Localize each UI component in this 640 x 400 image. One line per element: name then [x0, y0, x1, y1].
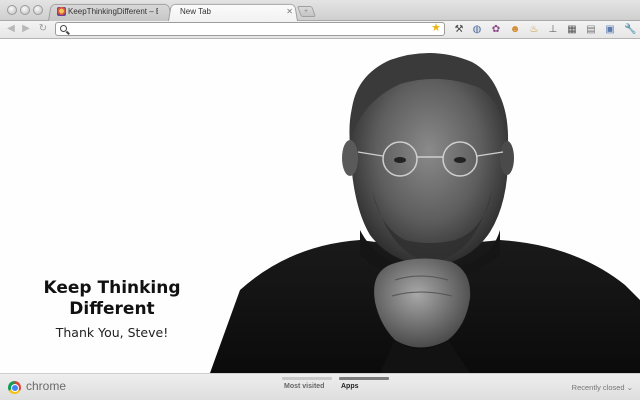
headline: Keep Thinking Different	[26, 278, 198, 320]
globe-icon[interactable]: ◍	[471, 24, 483, 36]
tagline: Keep Thinking Different Thank You, Steve…	[26, 278, 198, 340]
recently-closed-menu[interactable]: Recently closed ⌄	[572, 383, 633, 392]
chevron-down-icon: ⌄	[626, 383, 633, 392]
emoji-icon[interactable]: ☻	[509, 24, 521, 36]
new-tab-button[interactable]: +	[296, 6, 317, 17]
puzzle-icon[interactable]: ✿	[490, 24, 502, 36]
tab-title: KeepThinkingDifferent – Ed	[68, 7, 158, 16]
tab-keep-thinking-different[interactable]: KeepThinkingDifferent – Ed	[48, 3, 172, 21]
section-indicator	[339, 377, 389, 380]
forward-arrow-icon[interactable]: ▶	[20, 23, 32, 35]
tab-favicon-icon	[57, 7, 66, 16]
chrome-logo-icon	[8, 381, 21, 394]
section-indicator	[282, 377, 332, 380]
scale-icon[interactable]: ⊥	[547, 24, 559, 36]
zoom-window-button[interactable]	[33, 5, 43, 15]
tab-strip: KeepThinkingDifferent – Ed New Tab ✕ +	[0, 0, 640, 21]
card-icon[interactable]: ▤	[585, 24, 597, 36]
grid-icon[interactable]: ▦	[566, 24, 578, 36]
toolbar: ◀ ▶ ↻ ★ ⚒ ◍ ✿ ☻ ♨ ⊥ ▦ ▤ ▣ 🔧	[0, 21, 640, 39]
mug-icon[interactable]: ♨	[528, 24, 540, 36]
settings-wrench-icon[interactable]: 🔧	[624, 24, 636, 36]
subline: Thank You, Steve!	[55, 325, 169, 340]
omnibox[interactable]: ★	[55, 22, 445, 36]
search-icon	[60, 25, 67, 32]
browser-window: KeepThinkingDifferent – Ed New Tab ✕ + ◀…	[0, 0, 640, 400]
new-tab-footer: chrome Most visited Apps Recently closed…	[0, 373, 640, 400]
window-icon[interactable]: ▣	[604, 24, 616, 36]
section-label: Apps	[341, 383, 359, 390]
headline-line: Keep Thinking	[43, 278, 181, 298]
reload-icon[interactable]: ↻	[37, 23, 49, 35]
headline-line: Different	[69, 299, 155, 319]
tab-new-tab[interactable]: New Tab ✕	[168, 3, 298, 21]
chrome-wordmark: chrome	[26, 379, 67, 393]
close-tab-icon[interactable]: ✕	[286, 3, 293, 20]
wrench-tool-icon[interactable]: ⚒	[453, 24, 465, 36]
tab-title: New Tab	[180, 7, 211, 16]
minimize-window-button[interactable]	[20, 5, 30, 15]
recently-closed-label: Recently closed	[571, 383, 625, 392]
close-window-button[interactable]	[7, 5, 17, 15]
address-input[interactable]	[70, 23, 426, 35]
section-label: Most visited	[284, 383, 325, 390]
back-arrow-icon[interactable]: ◀	[5, 23, 17, 35]
new-tab-page: Keep Thinking Different Thank You, Steve…	[0, 40, 640, 373]
bookmark-star-icon[interactable]: ★	[431, 21, 441, 34]
